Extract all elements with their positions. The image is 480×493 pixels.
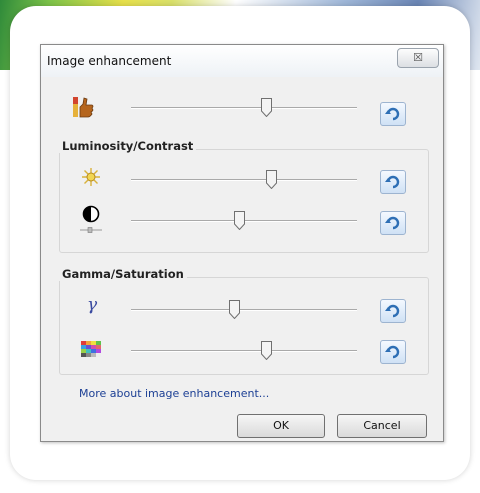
gamma-icon: γ (87, 295, 98, 315)
saturation-grid-icon (81, 341, 101, 357)
contrast-slider-thumb[interactable] (233, 211, 245, 231)
gamma-saturation-group (59, 277, 429, 375)
luminosity-contrast-group (59, 149, 429, 253)
undo-icon (385, 304, 400, 318)
color-balance-track (131, 107, 357, 108)
saturation-slider-thumb[interactable] (261, 341, 273, 361)
gamma-track (131, 309, 357, 310)
gamma-slider-thumb[interactable] (229, 300, 241, 320)
color-balance-reset-button[interactable] (380, 102, 406, 126)
saturation-track (131, 350, 357, 351)
cancel-button[interactable]: Cancel (337, 414, 427, 438)
luminosity-sun-icon (81, 167, 101, 187)
close-button[interactable]: ☒ (397, 48, 439, 68)
contrast-icon (79, 205, 103, 235)
color-balance-slider-thumb[interactable] (261, 98, 273, 118)
undo-icon (385, 216, 400, 230)
luminosity-reset-button[interactable] (380, 170, 406, 194)
luminosity-track (131, 179, 357, 180)
more-about-link[interactable]: More about image enhancement... (79, 387, 269, 400)
luminosity-contrast-label: Luminosity/Contrast (59, 139, 197, 153)
ok-button[interactable]: OK (237, 414, 325, 438)
color-balance-icon (71, 95, 95, 119)
undo-icon (385, 345, 400, 359)
image-enhancement-dialog: Image enhancement ☒ Luminosity/Contrast (40, 44, 444, 442)
dialog-title: Image enhancement (47, 54, 172, 68)
close-icon: ☒ (413, 51, 423, 64)
contrast-reset-button[interactable] (380, 211, 406, 235)
saturation-reset-button[interactable] (380, 340, 406, 364)
undo-icon (385, 175, 400, 189)
undo-icon (385, 107, 400, 121)
title-bar: Image enhancement ☒ (41, 45, 443, 77)
gamma-reset-button[interactable] (380, 299, 406, 323)
luminosity-slider-thumb[interactable] (265, 170, 277, 190)
gamma-saturation-label: Gamma/Saturation (59, 267, 187, 281)
